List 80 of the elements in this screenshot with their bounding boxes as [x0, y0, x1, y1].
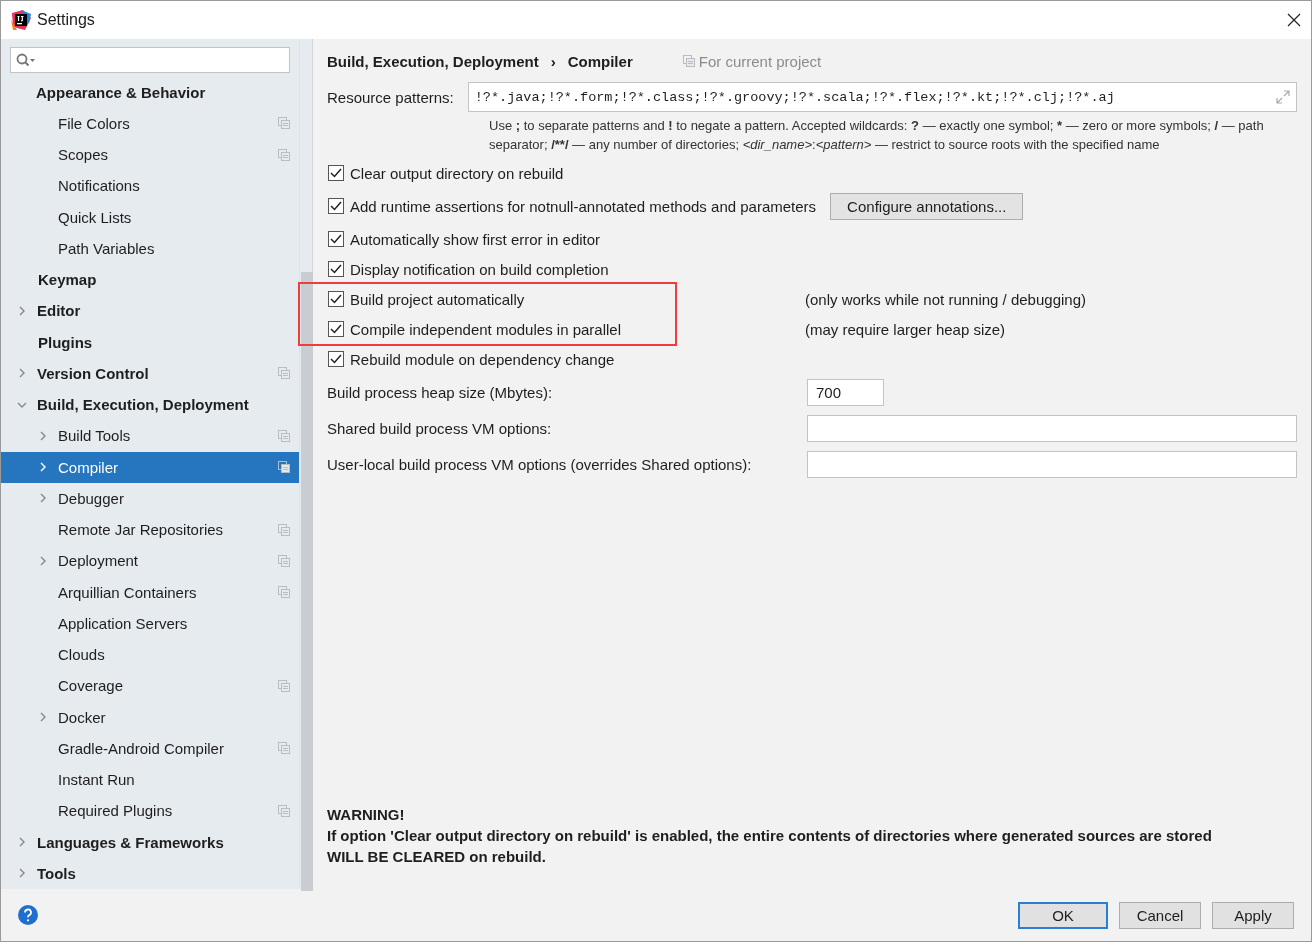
close-icon[interactable]	[1287, 13, 1301, 27]
dialog-button[interactable]: OK	[1018, 901, 1108, 929]
checkbox[interactable]	[328, 198, 344, 214]
checkbox[interactable]	[328, 321, 344, 337]
chevron-right-icon[interactable]	[38, 555, 48, 566]
tree-item[interactable]: Clouds	[1, 639, 299, 671]
tree-item[interactable]: Path Variables	[1, 232, 299, 264]
checkbox-label: Clear output directory on rebuild	[350, 164, 564, 182]
tree-item[interactable]: Deployment	[1, 545, 299, 577]
tree-item[interactable]: Build, Execution, Deployment	[1, 389, 299, 421]
checkbox[interactable]	[328, 291, 344, 307]
expand-icon[interactable]	[1276, 90, 1290, 104]
dialog-button[interactable]: Cancel	[1119, 901, 1201, 929]
input-field[interactable]: 700	[807, 378, 884, 406]
warning-text: WARNING!	[327, 805, 406, 825]
tree-item[interactable]: Keymap	[1, 264, 299, 296]
checkbox-label: Automatically show first error in editor	[350, 230, 601, 248]
tree-item[interactable]: Coverage	[1, 670, 299, 702]
tree-item[interactable]: Editor	[1, 295, 299, 327]
tree-item[interactable]: Arquillian Containers	[1, 576, 299, 608]
scope-icon	[682, 55, 695, 67]
option-note: (may require larger heap size)	[805, 320, 1007, 338]
chevron-right-icon[interactable]	[17, 868, 27, 879]
app-logo-icon	[11, 10, 31, 30]
field-label: Shared build process VM options:	[327, 419, 553, 437]
breadcrumb-item: Build, Execution, Deployment	[327, 52, 539, 70]
tree-item[interactable]: Appearance & Behavior	[1, 76, 299, 108]
chevron-right-icon[interactable]	[17, 368, 27, 379]
resource-patterns-field[interactable]: !?*.java;!?*.form;!?*.class;!?*.groovy;!?*.scala;!?*.flex;!?*.kt;!?*.clj;!?*.aj	[467, 82, 1297, 112]
checkbox[interactable]	[328, 351, 344, 367]
field-label: Resource patterns:	[327, 88, 454, 106]
input-field[interactable]	[807, 450, 1297, 478]
checkbox[interactable]	[328, 231, 344, 247]
tree-item[interactable]: Gradle-Android Compiler	[1, 732, 299, 764]
window-title: Settings	[37, 11, 95, 29]
checkbox-label: Rebuild module on dependency change	[350, 350, 615, 368]
scrollbar-thumb[interactable]	[301, 272, 313, 891]
option-note: (only works while not running / debugging)	[805, 290, 1087, 308]
tree-item[interactable]: Plugins	[1, 326, 299, 358]
tree-item[interactable]: Notifications	[1, 170, 299, 202]
checkbox-label: Compile independent modules in parallel	[350, 320, 621, 338]
warning-text: WILL BE CLEARED on rebuild.	[327, 847, 547, 867]
warning-text: If option 'Clear output directory on rebuild' is enabled, the entire contents of directories where generated sources are stored	[327, 826, 1213, 846]
field-label: User-local build process VM options (overrides Shared options):	[327, 455, 753, 473]
search-icon	[16, 52, 36, 67]
tree-item[interactable]: Scopes	[1, 139, 299, 171]
chevron-right-icon[interactable]	[38, 430, 48, 441]
tree-item[interactable]: Remote Jar Repositories	[1, 514, 299, 546]
chevron-right-icon[interactable]	[38, 712, 48, 723]
field-label: Build process heap size (Mbytes):	[327, 383, 554, 401]
checkbox-label: Display notification on build completion	[350, 260, 609, 278]
tree-item[interactable]: Languages & Frameworks	[1, 826, 299, 858]
help-text: Use ; to separate patterns and ! to negate a pattern. Accepted wildcards: ? — exactly one symbol; * — zero or more symbols; / — path separator; /**/ — any number of directories; <dir_name>:<pattern> — restrict to source roots with the specified name	[489, 117, 1265, 154]
input-field[interactable]	[807, 414, 1297, 442]
checkbox-label: Build project automatically	[350, 290, 525, 308]
tree-item[interactable]: Debugger	[1, 482, 299, 514]
breadcrumb-item: Compiler	[567, 52, 633, 70]
tree-item[interactable]: Version Control	[1, 357, 299, 389]
search-field[interactable]	[10, 47, 290, 73]
tree-item[interactable]: File Colors	[1, 107, 299, 139]
tree-item[interactable]: Tools	[1, 857, 299, 889]
chevron-right-icon[interactable]	[17, 305, 27, 316]
checkbox[interactable]	[328, 165, 344, 181]
tree-item[interactable]: Docker	[1, 701, 299, 733]
tree-item[interactable]: Instant Run	[1, 764, 299, 796]
chevron-right-icon[interactable]	[38, 462, 48, 473]
tree-item[interactable]: Compiler	[1, 451, 299, 483]
configure-annotations-button[interactable]: Configure annotations...	[830, 192, 1024, 220]
checkbox[interactable]	[328, 261, 344, 277]
scope-label: For current project	[698, 52, 822, 70]
tree-item[interactable]: Application Servers	[1, 607, 299, 639]
help-icon[interactable]	[17, 904, 39, 926]
dialog-button[interactable]: Apply	[1212, 901, 1294, 929]
chevron-right-icon[interactable]	[38, 493, 48, 504]
tree-item[interactable]: Build Tools	[1, 420, 299, 452]
chevron-right-icon[interactable]	[17, 837, 27, 848]
tree-item[interactable]: Required Plugins	[1, 795, 299, 827]
tree-item[interactable]: Quick Lists	[1, 201, 299, 233]
breadcrumb-separator: ›	[550, 52, 556, 70]
checkbox-label: Add runtime assertions for notnull-annotated methods and parameters	[350, 197, 817, 215]
